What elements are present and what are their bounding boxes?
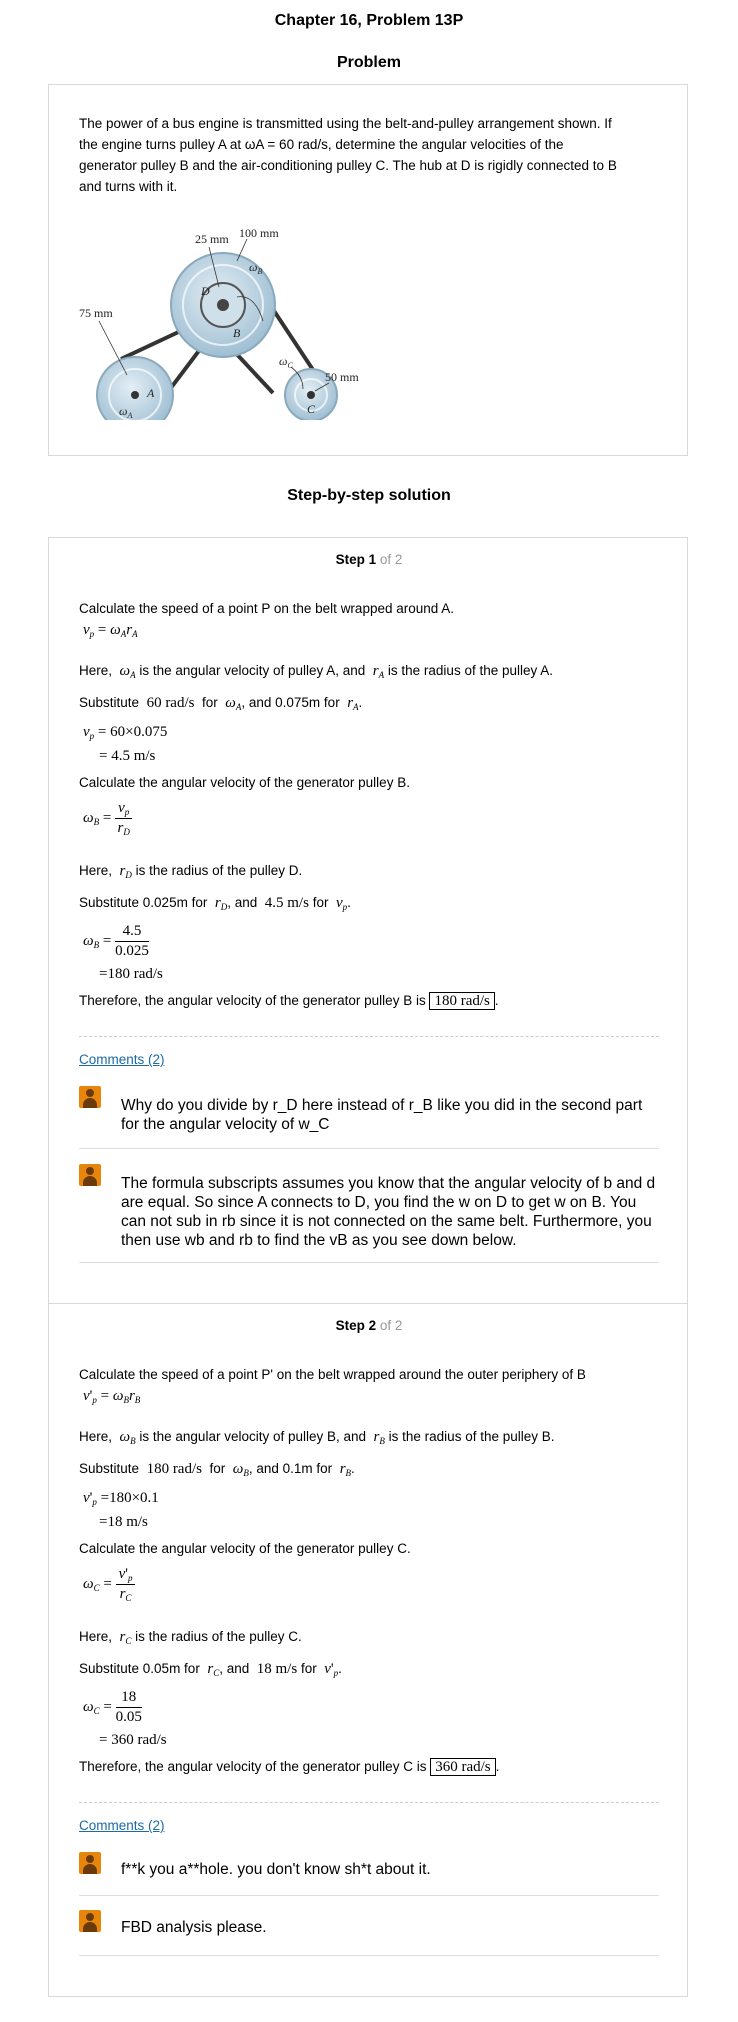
problem-line: The power of a bus engine is transmitted…	[79, 116, 612, 131]
step1-sub2: Substitute 0.025m for rD, and 4.5 m/s fo…	[79, 895, 351, 912]
label-d: D	[200, 284, 210, 298]
avatar-icon	[79, 1164, 101, 1186]
divider	[79, 1036, 659, 1037]
step2-eq-wc-result: = 360 rad/s	[99, 1732, 167, 1748]
step2-here1: Here, ωB is the angular velocity of pull…	[79, 1429, 555, 1446]
step1-eq-wb: ωB = vp rD	[83, 800, 133, 837]
avatar-icon	[79, 1086, 101, 1108]
step2-answer-box: 360 rad/s	[430, 1758, 496, 1776]
label-75mm: 75 mm	[79, 306, 113, 320]
step2-comments-link[interactable]: Comments (2)	[79, 1818, 165, 1833]
step2-line1: Calculate the speed of a point P' on the…	[79, 1367, 586, 1382]
step2-header: Step 2 of 2	[335, 1318, 403, 1333]
step1-answer-box: 180 rad/s	[429, 992, 495, 1010]
label-omega-b: ωB	[249, 260, 262, 276]
step2-eq-vp: v'p = ωBrB	[83, 1388, 141, 1405]
problem-line: and turns with it.	[79, 179, 178, 194]
comment-divider	[79, 1895, 659, 1896]
label-25mm: 25 mm	[195, 232, 229, 246]
step1-eq-vp-num: vp = 60×0.075	[83, 724, 168, 741]
step-separator	[49, 1303, 687, 1304]
comment-divider	[79, 1262, 659, 1263]
step2-here2: Here, rC is the radius of the pulley C.	[79, 1629, 302, 1646]
step1-sub1: Substitute 60 rad/s for ωA, and 0.075m f…	[79, 695, 363, 712]
solution-heading: Step-by-step solution	[287, 487, 451, 504]
step1-eq-wb-num: ωB = 4.5 0.025	[83, 923, 149, 959]
avatar-icon	[79, 1852, 101, 1874]
pulley-a	[96, 356, 174, 420]
comment-divider	[79, 1955, 659, 1956]
comment-divider	[79, 1148, 659, 1149]
step1-line1: Calculate the speed of a point P on the …	[79, 601, 455, 616]
step2-sub2: Substitute 0.05m for rC, and 18 m/s for …	[79, 1661, 342, 1678]
step1-eq-vp-result: = 4.5 m/s	[99, 748, 156, 764]
pulley-figure: 100 mm 25 mm 75 mm 50 mm ωB ωC ωA A B C …	[79, 226, 359, 420]
step1-here1: Here, ωA is the angular velocity of pull…	[79, 663, 554, 680]
problem-card: The power of a bus engine is transmitted…	[48, 84, 688, 456]
comment-text: f**k you a**hole. you don't know sh*t ab…	[121, 1861, 431, 1878]
label-c: C	[307, 402, 316, 416]
label-100mm: 100 mm	[239, 226, 279, 240]
problem-heading: Problem	[336, 54, 401, 71]
step1-comments-link[interactable]: Comments (2)	[79, 1052, 165, 1067]
step2-eq-wc-num: ωC = 18 0.05	[83, 1689, 142, 1725]
step1-header: Step 1 of 2	[335, 552, 403, 567]
step2-sub1: Substitute 180 rad/s for ωB, and 0.1m fo…	[79, 1461, 355, 1478]
comment-text: The formula subscripts assumes you know …	[121, 1175, 656, 1249]
step2-line2: Calculate the angular velocity of the ge…	[79, 1541, 411, 1556]
label-b: B	[233, 326, 241, 340]
label-50mm: 50 mm	[325, 370, 359, 384]
step2-conclusion: Therefore, the angular velocity of the g…	[79, 1758, 500, 1776]
problem-line: the engine turns pulley A at ωA = 60 rad…	[79, 137, 564, 152]
step2-eq-vp-result: =18 m/s	[99, 1514, 148, 1530]
problem-text: The power of a bus engine is transmitted…	[79, 113, 679, 197]
divider	[79, 1802, 659, 1803]
avatar-icon	[79, 1910, 101, 1932]
step1-eq-vp: vp = ωArA	[83, 622, 138, 639]
step2-eq-wc: ωC = v'p rC	[83, 1566, 136, 1603]
step2-eq-vp-num: v'p =180×0.1	[83, 1490, 159, 1507]
step1-line2: Calculate the angular velocity of the ge…	[79, 775, 410, 790]
comment-text: Why do you divide by r_D here instead of…	[121, 1097, 643, 1133]
solution-card: Step 1 of 2 Calculate the speed of a poi…	[48, 537, 688, 1997]
label-a: A	[146, 386, 155, 400]
step1-eq-wb-result: =180 rad/s	[99, 966, 163, 982]
step1-here2: Here, rD is the radius of the pulley D.	[79, 863, 303, 880]
label-omega-c: ωC	[279, 354, 293, 370]
comment-text: FBD analysis please.	[121, 1919, 267, 1936]
chapter-title: Chapter 16, Problem 13P	[274, 12, 464, 29]
step1-conclusion: Therefore, the angular velocity of the g…	[79, 992, 499, 1010]
problem-line: generator pulley B and the air-condition…	[79, 158, 617, 173]
